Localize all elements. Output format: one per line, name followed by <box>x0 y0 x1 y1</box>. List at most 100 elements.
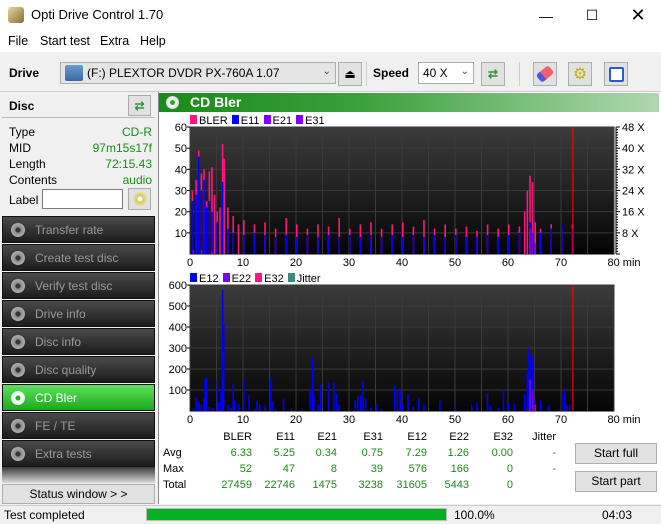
bar-e11 <box>423 237 425 254</box>
x-tick-label: 80 min <box>607 257 640 269</box>
bar-e12 <box>258 404 261 411</box>
bar-e12 <box>233 400 236 411</box>
bar-e12 <box>216 379 219 411</box>
bar-e12 <box>204 379 206 411</box>
start-full-button[interactable]: Start full <box>575 443 657 464</box>
bar-e11 <box>243 234 245 254</box>
bar-e12 <box>568 404 571 411</box>
bar-e12 <box>402 404 404 411</box>
y2-tick-label: 40 X <box>622 143 645 155</box>
bar-e11 <box>227 228 229 254</box>
bar-e12 <box>338 404 340 411</box>
bar-e11 <box>327 234 330 254</box>
bar-e12 <box>333 382 335 411</box>
bar-e11 <box>444 237 446 254</box>
bar-e12 <box>317 404 319 411</box>
stats-header: E31 <box>363 431 383 443</box>
bar-e12 <box>502 390 505 411</box>
bar-e12 <box>282 398 285 411</box>
bar-bler <box>237 224 240 254</box>
stats-value: - <box>552 463 556 475</box>
bar-e11 <box>465 237 468 254</box>
bar-e12 <box>362 381 364 411</box>
bar-e12 <box>375 403 378 411</box>
bar-e12 <box>489 405 492 411</box>
bar-e12 <box>290 407 293 411</box>
bar-e11 <box>205 207 208 254</box>
stats-header: E11 <box>276 431 295 443</box>
bar-e12 <box>470 404 473 411</box>
y-tick-label: 200 <box>169 364 187 376</box>
x-tick-label: 10 <box>237 414 249 426</box>
y2-tick-label: 48 X <box>622 122 645 134</box>
bar-e12 <box>229 407 232 411</box>
bar-e12 <box>269 378 272 411</box>
bar-e12 <box>274 408 277 411</box>
bar-e11 <box>200 190 203 254</box>
stats-row-label: Max <box>163 463 184 475</box>
start-part-button[interactable]: Start part <box>575 471 657 492</box>
y-tick-label: 300 <box>169 343 187 355</box>
bar-e11 <box>274 237 277 254</box>
bar-e11 <box>285 234 287 254</box>
bar-e12 <box>370 407 372 411</box>
bar-e12 <box>211 407 213 411</box>
stats-value: 166 <box>450 463 469 475</box>
y-tick-label: 100 <box>169 385 187 397</box>
bar-e12 <box>248 395 250 411</box>
bar-e12 <box>356 396 359 411</box>
bar-e12 <box>312 394 315 411</box>
stats-header: E32 <box>493 431 513 443</box>
stats-header: Jitter <box>532 431 556 443</box>
bar-e12 <box>476 402 478 411</box>
bar-e11 <box>539 232 542 254</box>
x-tick-label: 70 <box>555 257 567 269</box>
stats-value: 0.75 <box>361 447 383 459</box>
y-tick-label: 50 <box>175 143 187 155</box>
bar-bler <box>526 190 529 254</box>
bar-e11 <box>508 234 510 254</box>
bar-e12 <box>561 395 563 411</box>
bar-e11 <box>338 237 340 254</box>
bar-e12 <box>227 404 229 411</box>
bar-e11 <box>370 234 372 254</box>
bar-bler <box>213 194 216 254</box>
bar-e12 <box>486 393 489 411</box>
bar-e11 <box>203 179 205 254</box>
bar-e11 <box>518 232 521 254</box>
bar-e31 <box>529 237 531 254</box>
bar-e11 <box>197 156 200 254</box>
bar-e11 <box>455 234 457 254</box>
bar-bler <box>523 211 526 254</box>
stats-value: 1475 <box>312 479 337 491</box>
y-tick-label: 400 <box>169 322 187 334</box>
y2-tick-label: 32 X <box>622 164 645 176</box>
bar-e11 <box>349 234 351 254</box>
bar-e12 <box>301 409 303 411</box>
bar-e12 <box>256 400 258 411</box>
bar-e11 <box>216 222 219 254</box>
bar-bler <box>219 207 221 254</box>
x-tick-label: 40 <box>396 414 408 426</box>
y-tick-label: 30 <box>175 186 187 198</box>
bar-e12 <box>563 387 566 411</box>
bar-e21 <box>200 249 203 254</box>
stats-value: 8 <box>330 463 337 475</box>
x-tick-label: 40 <box>396 257 408 269</box>
y-tick-label: 10 <box>175 228 187 240</box>
bar-e12 <box>423 404 425 411</box>
bar-e12 <box>200 404 203 411</box>
y-tick-label: 600 <box>169 280 187 292</box>
y2-tick-label: 16 X <box>622 207 645 219</box>
x-tick-label: 20 <box>290 414 302 426</box>
x-tick-label: 50 <box>449 414 461 426</box>
bar-e12 <box>220 390 222 411</box>
x-tick-label: 0 <box>187 257 193 269</box>
status-text: Test completed <box>4 508 85 522</box>
x-tick-label: 10 <box>237 257 249 269</box>
bar-e12 <box>394 385 396 411</box>
bar-e11 <box>191 201 194 254</box>
bar-e12 <box>264 405 266 411</box>
bar-e12 <box>243 379 245 411</box>
bar-e12 <box>192 407 195 411</box>
